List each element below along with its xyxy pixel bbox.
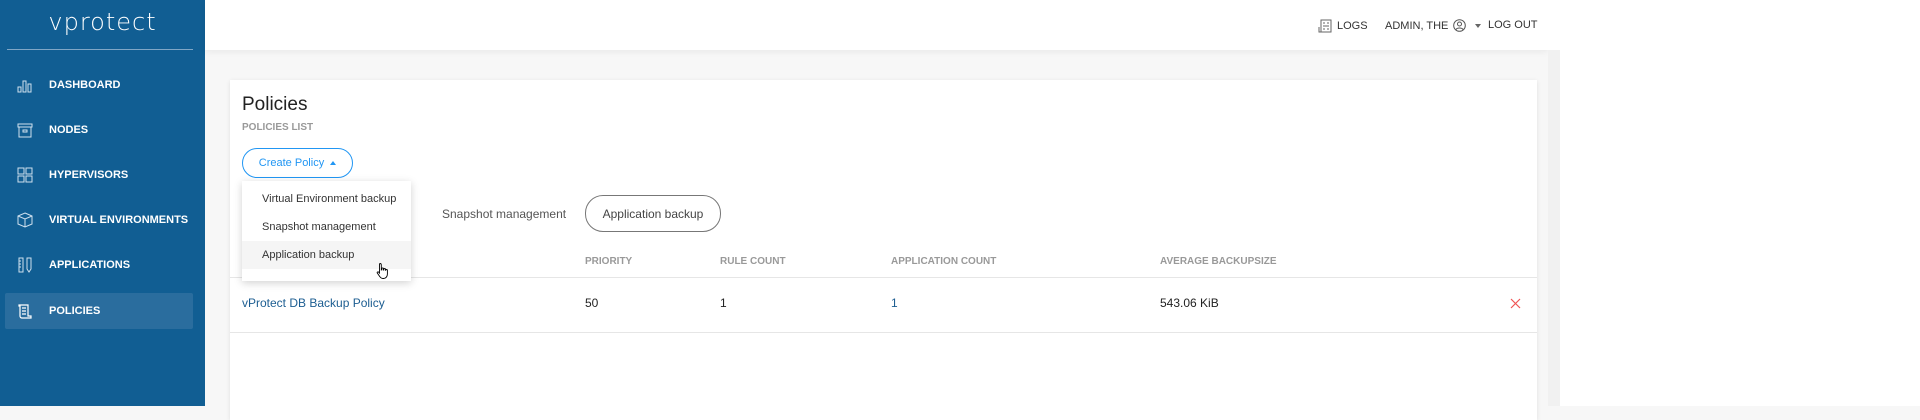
policy-name-link[interactable]: vProtect DB Backup Policy	[242, 296, 385, 310]
page-subtitle: POLICIES LIST	[242, 122, 314, 133]
tab-snapshot-management[interactable]: Snapshot management	[442, 207, 566, 221]
dropdown-item-virtual-environment-backup[interactable]: Virtual Environment backup	[242, 185, 411, 213]
sidebar-item-nodes[interactable]: NODES	[5, 112, 193, 148]
sidebar-item-virtual-environments[interactable]: VIRTUAL ENVIRONMENTS	[5, 202, 193, 238]
cube-icon	[17, 212, 33, 228]
chevron-down-icon	[1475, 23, 1482, 28]
caret-up-icon	[330, 161, 337, 165]
column-header-rule-count[interactable]: RULE COUNT	[720, 256, 786, 267]
bar-chart-icon	[17, 80, 32, 93]
column-header-application-count[interactable]: APPLICATION COUNT	[891, 256, 996, 267]
column-header-average-backupsize[interactable]: AVERAGE BACKUPSIZE	[1160, 256, 1277, 267]
user-name: ADMIN, THE	[1385, 19, 1449, 32]
divider	[230, 277, 1537, 278]
sidebar-item-label: APPLICATIONS	[49, 259, 131, 271]
logout-link[interactable]: LOG OUT	[1488, 19, 1538, 31]
sidebar-item-label: HYPERVISORS	[49, 169, 129, 181]
column-header-priority[interactable]: PRIORITY	[585, 256, 632, 267]
scroll-icon	[18, 304, 32, 319]
sidebar-item-policies[interactable]: POLICIES	[5, 293, 193, 329]
create-policy-button[interactable]: Create Policy	[242, 148, 353, 178]
top-header: LOGS ADMIN, THE LOG OUT	[205, 0, 1548, 50]
page-title: Policies	[242, 94, 308, 115]
user-avatar-icon	[1453, 19, 1467, 32]
divider	[230, 332, 1537, 333]
delete-icon[interactable]	[1510, 298, 1521, 309]
rule-count-cell: 1	[720, 296, 727, 310]
sidebar-item-label: POLICIES	[49, 305, 101, 317]
sidebar-item-dashboard[interactable]: DASHBOARD	[5, 67, 193, 103]
average-backupsize-cell: 543.06 KiB	[1160, 296, 1219, 310]
ruler-pencil-icon	[18, 257, 32, 273]
policies-card: Policies POLICIES LIST Create Policy Vir…	[230, 80, 1537, 420]
grid-icon	[17, 167, 33, 183]
logout-label: LOG OUT	[1488, 19, 1538, 31]
user-menu[interactable]: ADMIN, THE	[1385, 19, 1482, 32]
tab-application-backup[interactable]: Application backup	[585, 195, 721, 232]
dropdown-item-snapshot-management[interactable]: Snapshot management	[242, 213, 411, 241]
logs-link[interactable]: LOGS	[1318, 19, 1368, 33]
logs-icon	[1318, 19, 1332, 33]
divider	[7, 49, 193, 50]
create-policy-label: Create Policy	[258, 157, 325, 169]
sidebar-item-label: VIRTUAL ENVIRONMENTS	[49, 214, 189, 226]
sidebar-item-label: NODES	[49, 124, 89, 136]
logo: vprotect	[48, 8, 157, 36]
sidebar-item-hypervisors[interactable]: HYPERVISORS	[5, 157, 193, 193]
scrollbar-track	[1548, 0, 1920, 406]
priority-cell: 50	[585, 296, 599, 310]
sidebar-item-applications[interactable]: APPLICATIONS	[5, 247, 193, 283]
logs-label: LOGS	[1337, 20, 1368, 32]
sidebar: vprotect DASHBOARD NODES HYPERVISORS VIR…	[0, 0, 205, 406]
archive-box-icon	[17, 123, 33, 138]
sidebar-item-label: DASHBOARD	[49, 79, 121, 91]
hand-cursor-icon	[376, 263, 388, 279]
scrollbar[interactable]	[1548, 50, 1560, 406]
application-count-cell[interactable]: 1	[891, 296, 898, 310]
